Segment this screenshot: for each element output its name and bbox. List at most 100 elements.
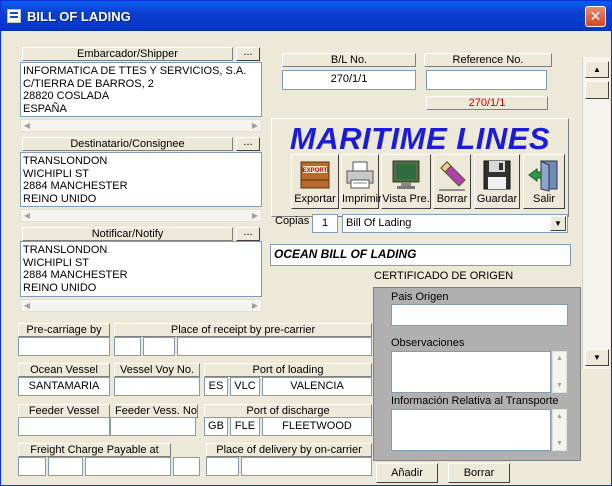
- bl-number-field[interactable]: 270/1/1: [282, 70, 416, 90]
- exit-door-icon: [528, 160, 558, 192]
- brand-panel: MARITIME LINES EXPORT Exportar Imprimir: [271, 118, 569, 217]
- consignee-address[interactable]: TRANSLONDON WICHIPLI ST 2884 MANCHESTER …: [20, 152, 262, 207]
- chevron-up-icon[interactable]: ▲: [553, 410, 566, 423]
- origin-country-field[interactable]: [391, 304, 568, 326]
- loading-code-field[interactable]: VLC: [230, 377, 260, 396]
- notify-header: Notificar/Notify: [22, 227, 233, 241]
- delete-certificate-button[interactable]: Borrar: [448, 463, 510, 483]
- export-icon: EXPORT: [300, 161, 330, 189]
- export-label: Exportar: [294, 193, 336, 205]
- discharge-code-field[interactable]: FLE: [230, 417, 260, 436]
- exit-label: Salir: [532, 193, 555, 205]
- shipper-address[interactable]: INFORMATICA DE TTES Y SERVICIOS, S.A. C/…: [20, 62, 262, 117]
- freight-country-field[interactable]: [18, 457, 46, 476]
- close-icon: ✕: [589, 8, 602, 24]
- window-icon: [7, 9, 21, 23]
- loading-port-field[interactable]: VALENCIA: [262, 377, 372, 396]
- delivery-code-field[interactable]: [206, 457, 239, 476]
- delivery-place-field[interactable]: [241, 457, 372, 476]
- shipper-hscroll[interactable]: ◀ ▶: [20, 119, 262, 132]
- copies-field[interactable]: 1: [312, 214, 338, 233]
- place-receipt-label: Place of receipt by pre-carrier: [114, 323, 372, 337]
- observations-label: Observaciones: [391, 337, 465, 349]
- eraser-icon: [439, 161, 466, 191]
- origin-country-label: Pais Origen: [391, 291, 449, 303]
- brand-logo: MARITIME LINES: [289, 121, 551, 156]
- notify-lookup-button[interactable]: ...: [236, 227, 260, 241]
- form-vertical-scrollbar[interactable]: ▲ ▼: [582, 57, 610, 369]
- chevron-down-icon: ▼: [554, 219, 562, 228]
- delivery-place-label: Place of delivery by on-carrier: [206, 443, 372, 457]
- chevron-down-icon[interactable]: ▼: [553, 379, 566, 392]
- feeder-voy-field[interactable]: [110, 417, 196, 436]
- scroll-thumb[interactable]: [585, 81, 609, 99]
- bill-of-lading-window: BILL OF LADING ✕ Embarcador/Shipper ... …: [0, 0, 612, 486]
- export-tag: EXPORT: [303, 168, 328, 174]
- notify-address[interactable]: TRANSLONDON WICHIPLI ST 2884 MANCHESTER …: [20, 241, 262, 297]
- reference-number-field[interactable]: [426, 70, 547, 90]
- consignee-lookup-button[interactable]: ...: [236, 137, 260, 151]
- add-certificate-button[interactable]: Añadir: [376, 463, 438, 483]
- pre-carriage-label: Pre-carriage by: [18, 323, 110, 337]
- reference-number-display: 270/1/1: [426, 96, 548, 110]
- certificate-title: CERTIFICADO DE ORIGEN: [374, 270, 514, 282]
- pre-carriage-field[interactable]: [18, 337, 110, 356]
- exit-button[interactable]: Salir: [523, 154, 565, 209]
- erase-label: Borrar: [436, 193, 468, 205]
- ocean-vessel-label: Ocean Vessel: [18, 363, 110, 377]
- print-label: Imprimir: [342, 193, 382, 205]
- receipt-place-field[interactable]: [177, 337, 372, 356]
- scroll-right-icon[interactable]: ▶: [249, 300, 261, 311]
- receipt-country-field[interactable]: [114, 337, 141, 356]
- ocean-vessel-field[interactable]: SANTAMARIA: [18, 377, 110, 396]
- loading-country-field[interactable]: ES: [204, 377, 228, 396]
- close-button[interactable]: ✕: [585, 6, 606, 27]
- scroll-left-icon[interactable]: ◀: [21, 120, 33, 131]
- feeder-voy-label: Feeder Vess. No.: [114, 404, 198, 418]
- consignee-header: Destinatario/Consignee: [22, 137, 233, 151]
- scroll-up-button[interactable]: ▲: [585, 61, 609, 78]
- scroll-left-icon[interactable]: ◀: [21, 300, 33, 311]
- document-dropdown-button[interactable]: ▼: [550, 216, 566, 231]
- transport-info-field[interactable]: [391, 409, 551, 451]
- copies-label: Copias: [275, 215, 310, 227]
- receipt-code-field[interactable]: [143, 337, 175, 356]
- print-button[interactable]: Imprimir: [341, 154, 382, 209]
- bl-number-label: B/L No.: [282, 53, 416, 67]
- document-title-field[interactable]: OCEAN BILL OF LADING: [270, 244, 571, 266]
- export-button[interactable]: EXPORT Exportar: [291, 154, 339, 209]
- observations-field[interactable]: [391, 351, 551, 393]
- observations-scrollbar[interactable]: ▲ ▼: [552, 351, 567, 393]
- chevron-down-icon[interactable]: ▼: [553, 437, 566, 450]
- scroll-right-icon[interactable]: ▶: [249, 120, 261, 131]
- document-select[interactable]: Bill Of Lading: [342, 214, 568, 233]
- erase-button[interactable]: Borrar: [433, 154, 471, 209]
- shipper-lookup-button[interactable]: ...: [236, 47, 260, 61]
- scroll-down-button[interactable]: ▼: [585, 349, 609, 366]
- feeder-vessel-label: Feeder Vessel: [18, 404, 110, 418]
- title-bar[interactable]: BILL OF LADING ✕: [1, 1, 611, 31]
- feeder-vessel-field[interactable]: [18, 417, 110, 436]
- scroll-right-icon[interactable]: ▶: [249, 210, 261, 221]
- delivery-country-field[interactable]: [173, 457, 200, 476]
- transport-info-scrollbar[interactable]: ▲ ▼: [552, 409, 567, 451]
- certificate-panel: Pais Origen Observaciones ▲ ▼ Información…: [373, 287, 581, 461]
- transport-info-label: Información Relativa al Transporte: [391, 395, 559, 407]
- vessel-voy-field[interactable]: [114, 377, 200, 396]
- save-button[interactable]: Guardar: [474, 154, 520, 209]
- printer-icon: [346, 161, 374, 189]
- scroll-left-icon[interactable]: ◀: [21, 210, 33, 221]
- notify-hscroll[interactable]: ◀ ▶: [20, 299, 262, 312]
- port-loading-label: Port of loading: [204, 363, 372, 377]
- freight-place-field[interactable]: [85, 457, 171, 476]
- discharge-country-field[interactable]: GB: [204, 417, 228, 436]
- chevron-up-icon[interactable]: ▲: [553, 352, 566, 365]
- chevron-up-icon: ▲: [593, 65, 601, 74]
- consignee-hscroll[interactable]: ◀ ▶: [20, 209, 262, 222]
- monitor-icon: [392, 160, 420, 189]
- floppy-disk-icon: [483, 160, 511, 190]
- freight-payable-label: Freight Charge Payable at: [18, 443, 171, 457]
- freight-code-field[interactable]: [48, 457, 83, 476]
- preview-button[interactable]: Vista Pre.: [381, 154, 431, 209]
- discharge-port-field[interactable]: FLEETWOOD: [262, 417, 372, 436]
